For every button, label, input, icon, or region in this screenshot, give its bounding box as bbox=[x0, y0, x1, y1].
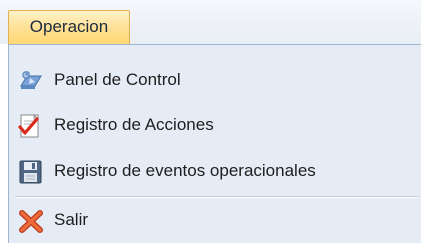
floppy-disk-icon bbox=[17, 159, 45, 185]
menu-bar: Operacion bbox=[0, 0, 421, 44]
menu-item-label: Panel de Control bbox=[54, 70, 181, 89]
menu-item-salir[interactable]: Salir bbox=[9, 200, 421, 240]
checklist-icon bbox=[17, 113, 45, 139]
application-window: Operacion Panel de Control Registro de A… bbox=[0, 0, 421, 243]
menu-item-label: Registro de eventos operacionales bbox=[54, 161, 316, 180]
menu-operacion[interactable]: Operacion bbox=[8, 10, 130, 44]
menu-item-label: Salir bbox=[54, 210, 89, 229]
menu-item-registro-de-acciones[interactable]: Registro de Acciones bbox=[9, 105, 421, 145]
control-panel-icon bbox=[17, 68, 45, 94]
menu-item-registro-de-eventos-operacionales[interactable]: Registro de eventos operacionales bbox=[9, 151, 421, 191]
menu-item-panel-de-control[interactable]: Panel de Control bbox=[9, 60, 421, 100]
close-x-icon bbox=[17, 208, 45, 234]
menu-item-label: Registro de Acciones bbox=[54, 115, 214, 134]
operacion-dropdown-menu: Panel de Control Registro de Acciones Re… bbox=[8, 44, 421, 243]
menu-separator bbox=[15, 196, 419, 198]
